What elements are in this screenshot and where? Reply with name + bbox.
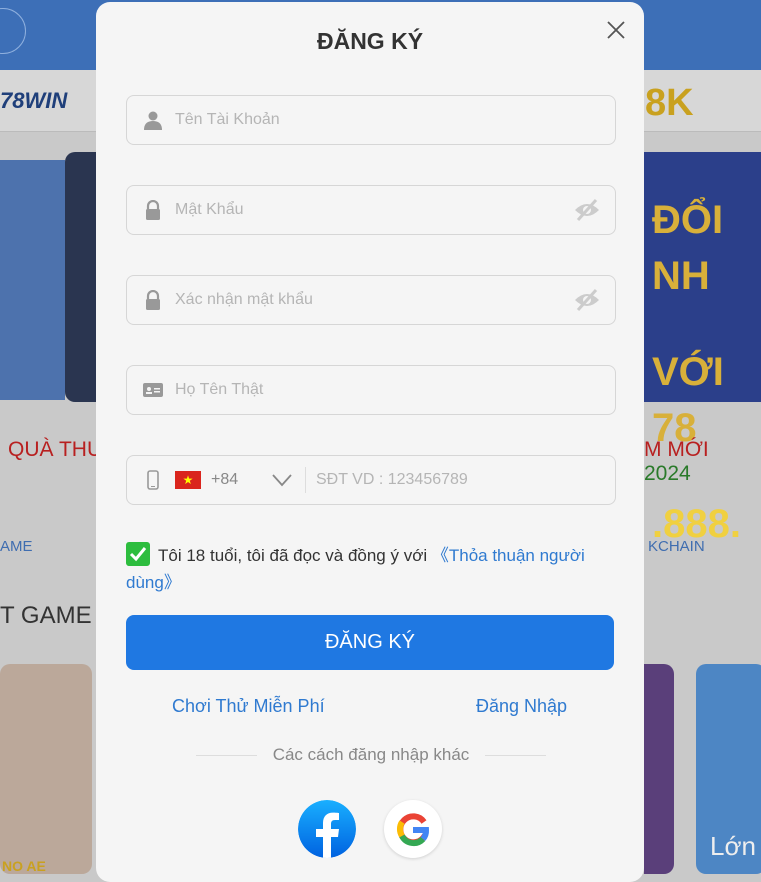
- username-field[interactable]: [126, 95, 616, 145]
- terms-agreement: Tôi 18 tuổi, tôi đã đọc và đồng ý với 《T…: [126, 542, 616, 596]
- divider: [305, 467, 306, 493]
- game-card[interactable]: NO AE: [0, 664, 92, 874]
- terms-checkbox[interactable]: [126, 542, 150, 566]
- chevron-down-icon[interactable]: [271, 473, 293, 487]
- section-title: T GAME: [0, 602, 92, 629]
- game-card[interactable]: [644, 664, 674, 874]
- register-modal: ĐĂNG KÝ ★ +84 Tôi 18 tuổi, tôi đã đọc và…: [96, 2, 644, 882]
- eye-off-icon[interactable]: [573, 198, 601, 222]
- close-icon[interactable]: [604, 18, 628, 42]
- tab-game[interactable]: AME: [0, 538, 33, 555]
- lock-icon: [143, 200, 163, 220]
- modal-title: ĐĂNG KÝ: [316, 28, 424, 54]
- google-login-button[interactable]: [384, 800, 442, 858]
- confirm-password-field[interactable]: [126, 275, 616, 325]
- register-button[interactable]: ĐĂNG KÝ: [126, 615, 614, 670]
- username-input[interactable]: [175, 96, 615, 144]
- google-icon: [397, 813, 429, 847]
- confirm-password-input[interactable]: [175, 276, 573, 324]
- vietnam-flag-icon: ★: [175, 471, 201, 489]
- country-code-select[interactable]: ★ +84: [175, 456, 293, 504]
- fullname-field[interactable]: [126, 365, 616, 415]
- marquee-left: QUÀ THƯ: [8, 438, 105, 461]
- id-card-icon: [143, 380, 163, 400]
- mobile-phone-icon: [143, 470, 163, 490]
- phone-field[interactable]: ★ +84: [126, 455, 616, 505]
- phone-input[interactable]: [316, 456, 615, 504]
- fullname-input[interactable]: [175, 366, 615, 414]
- password-input[interactable]: [175, 186, 573, 234]
- password-field[interactable]: [126, 185, 616, 235]
- banner-left: [0, 160, 65, 400]
- lock-icon: [143, 290, 163, 310]
- dropdown-button[interactable]: [0, 8, 26, 54]
- eye-off-icon[interactable]: [573, 288, 601, 312]
- user-icon: [143, 110, 163, 130]
- other-methods-divider: Các cách đăng nhập khác: [196, 745, 546, 765]
- facebook-icon[interactable]: [298, 800, 356, 858]
- marquee-right: M MỚI 2024: [644, 438, 709, 485]
- game-card[interactable]: Lớn: [696, 664, 761, 874]
- banner-right: ĐỔI NH VỚI 78.888.: [644, 152, 761, 546]
- tab-blockchain[interactable]: KCHAIN: [648, 538, 705, 555]
- promo-tag: 8K: [645, 82, 694, 124]
- free-play-link[interactable]: Chơi Thử Miễn Phí: [172, 696, 325, 717]
- site-logo: 78WIN: [0, 88, 68, 113]
- login-link[interactable]: Đăng Nhập: [476, 696, 567, 717]
